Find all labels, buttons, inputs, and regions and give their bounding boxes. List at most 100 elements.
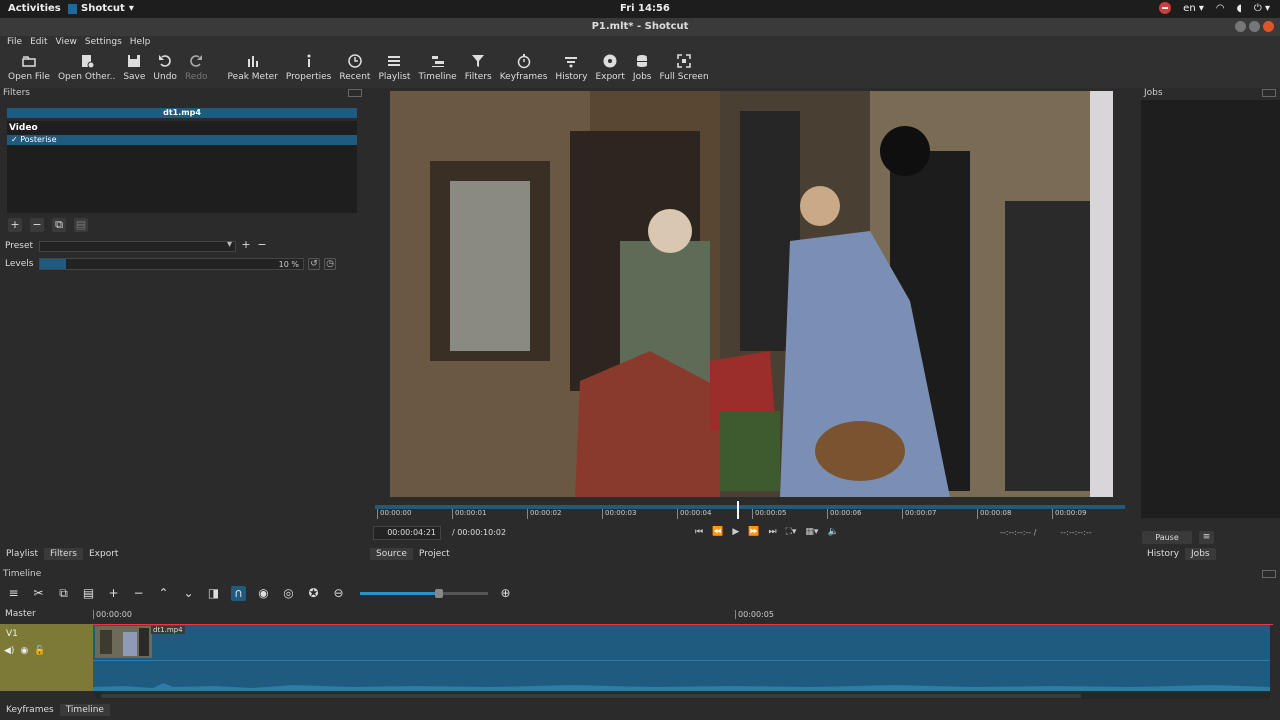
do-not-disturb-icon[interactable] bbox=[1159, 2, 1172, 14]
dock-float-icon[interactable] bbox=[1262, 89, 1276, 97]
preset-select[interactable] bbox=[39, 239, 236, 252]
eye-icon[interactable]: ◉ bbox=[20, 646, 28, 656]
language-indicator[interactable]: en ▾ bbox=[1183, 3, 1204, 14]
timeline-zoom-slider[interactable] bbox=[360, 588, 488, 598]
properties-button[interactable]: Properties bbox=[282, 50, 335, 88]
timeline-scrollbar[interactable] bbox=[95, 693, 1270, 699]
jobs-list[interactable] bbox=[1141, 100, 1280, 518]
copy-icon[interactable]: ⧉ bbox=[56, 586, 71, 601]
levels-slider[interactable]: 10 % bbox=[39, 258, 304, 270]
minimize-button[interactable] bbox=[1235, 21, 1246, 32]
history-button[interactable]: History bbox=[551, 50, 591, 88]
checkmark-icon[interactable]: ✓ bbox=[11, 135, 18, 144]
zoom-slider-handle[interactable] bbox=[435, 588, 444, 598]
menu-settings[interactable]: Settings bbox=[81, 36, 126, 50]
menu-file[interactable]: File bbox=[3, 36, 26, 50]
maximize-button[interactable] bbox=[1249, 21, 1260, 32]
volume-icon[interactable]: ◖ bbox=[1237, 3, 1242, 14]
network-icon[interactable]: ◠ bbox=[1216, 3, 1225, 14]
scrollbar-thumb[interactable] bbox=[101, 694, 1081, 698]
menu-edit[interactable]: Edit bbox=[26, 36, 51, 50]
filters-button[interactable]: Filters bbox=[461, 50, 496, 88]
open-file-button[interactable]: Open File bbox=[4, 50, 54, 88]
grid-icon[interactable]: ▦▾ bbox=[805, 527, 818, 537]
keyframes-button[interactable]: Keyframes bbox=[496, 50, 552, 88]
close-button[interactable] bbox=[1263, 21, 1274, 32]
jobs-button[interactable]: Jobs bbox=[629, 50, 656, 88]
tab-source[interactable]: Source bbox=[370, 548, 413, 560]
filter-list[interactable]: Video ✓ Posterise bbox=[7, 121, 357, 213]
full-screen-button[interactable]: Full Screen bbox=[655, 50, 712, 88]
jobs-menu-icon[interactable]: ≡ bbox=[1199, 531, 1214, 544]
tab-filters[interactable]: Filters bbox=[44, 548, 83, 560]
dock-float-icon[interactable] bbox=[1262, 570, 1276, 578]
filter-item-posterise[interactable]: ✓ Posterise bbox=[7, 135, 357, 145]
undo-button[interactable]: Undo bbox=[149, 50, 181, 88]
snap-icon[interactable]: ∩ bbox=[231, 585, 246, 601]
recent-button[interactable]: Recent bbox=[335, 50, 374, 88]
skip-to-start-icon[interactable]: ⏮ bbox=[695, 527, 703, 537]
reset-levels-icon[interactable]: ↺ bbox=[308, 258, 320, 270]
export-button[interactable]: Export bbox=[591, 50, 628, 88]
tab-playlist[interactable]: Playlist bbox=[0, 548, 44, 560]
clock[interactable]: Fri 14:56 bbox=[620, 3, 670, 14]
remove-filter-button[interactable]: − bbox=[30, 218, 44, 232]
mute-icon[interactable]: ◀) bbox=[4, 646, 14, 656]
tab-project[interactable]: Project bbox=[413, 548, 456, 560]
timeline-ruler[interactable]: 00:00:00 00:00:05 bbox=[93, 610, 1273, 625]
tab-jobs[interactable]: Jobs bbox=[1185, 548, 1216, 560]
cut-icon[interactable]: ✂ bbox=[31, 586, 46, 601]
track-header-v1[interactable]: V1 ◀) ◉ 🔓 bbox=[0, 624, 93, 691]
player-scrubber[interactable]: 00:00:00 00:00:01 00:00:02 00:00:03 00:00:04… bbox=[375, 501, 1125, 519]
ripple-icon[interactable]: ◎ bbox=[281, 586, 296, 601]
lock-icon[interactable]: 🔓 bbox=[34, 646, 45, 656]
pause-jobs-button[interactable]: Pause bbox=[1142, 531, 1192, 544]
ripple-all-icon[interactable]: ✪ bbox=[306, 586, 321, 601]
split-icon[interactable]: ◨ bbox=[206, 586, 221, 601]
overwrite-icon[interactable]: ⌄ bbox=[181, 586, 196, 601]
tab-history[interactable]: History bbox=[1141, 548, 1185, 560]
save-preset-button[interactable]: + bbox=[240, 239, 252, 252]
open-other-button[interactable]: Open Other.. bbox=[54, 50, 119, 88]
append-icon[interactable]: + bbox=[106, 586, 121, 601]
tab-timeline[interactable]: Timeline bbox=[59, 704, 110, 716]
rewind-icon[interactable]: ⏪ bbox=[712, 527, 723, 537]
tab-export[interactable]: Export bbox=[83, 548, 124, 560]
menu-help[interactable]: Help bbox=[126, 36, 155, 50]
activities-button[interactable]: Activities bbox=[8, 3, 61, 14]
current-time-field[interactable]: 00:00:04:21 bbox=[373, 526, 441, 540]
paste-icon[interactable]: ▤ bbox=[81, 586, 96, 601]
playlist-button[interactable]: Playlist bbox=[374, 50, 414, 88]
menu-view[interactable]: View bbox=[52, 36, 81, 50]
timeline-menu-icon[interactable]: ≡ bbox=[6, 586, 21, 601]
video-track-v1[interactable]: dt1.mp4 bbox=[93, 625, 1270, 691]
zoom-out-icon[interactable]: ⊖ bbox=[331, 586, 346, 601]
timeline-button[interactable]: Timeline bbox=[414, 50, 460, 88]
copy-filter-button[interactable]: ⧉ bbox=[52, 218, 66, 232]
scrub-icon[interactable]: ◉ bbox=[256, 586, 271, 601]
peak-meter-button[interactable]: Peak Meter bbox=[224, 50, 282, 88]
add-filter-button[interactable]: + bbox=[8, 218, 22, 232]
tab-keyframes[interactable]: Keyframes bbox=[0, 704, 60, 716]
save-button[interactable]: Save bbox=[119, 50, 149, 88]
redo-button[interactable]: Redo bbox=[181, 50, 212, 88]
volume-icon[interactable]: 🔈 bbox=[827, 527, 838, 537]
dock-float-icon[interactable] bbox=[348, 89, 362, 97]
lift-icon[interactable]: ⌃ bbox=[156, 586, 171, 601]
skip-to-end-icon[interactable]: ⏭ bbox=[768, 527, 776, 537]
fast-forward-icon[interactable]: ⏩ bbox=[748, 527, 759, 537]
scrubber-tick: 00:00:00 bbox=[377, 509, 411, 519]
power-icon[interactable]: ⏻ ▾ bbox=[1254, 3, 1270, 14]
player-tabs: Source Project bbox=[370, 548, 456, 560]
video-preview[interactable] bbox=[390, 91, 1113, 497]
paste-filter-button[interactable]: ▤ bbox=[74, 218, 88, 232]
remove-icon[interactable]: − bbox=[131, 586, 146, 601]
zoom-icon[interactable]: ⛶▾ bbox=[786, 527, 797, 537]
playhead[interactable] bbox=[737, 501, 740, 519]
keyframe-levels-icon[interactable]: ◷ bbox=[324, 258, 336, 270]
delete-preset-button[interactable]: − bbox=[256, 239, 268, 252]
app-menu[interactable]: Shotcut ▾ bbox=[68, 3, 134, 14]
zoom-in-icon[interactable]: ⊕ bbox=[498, 586, 513, 601]
timeline-clip[interactable] bbox=[95, 626, 152, 658]
play-icon[interactable]: ▶ bbox=[732, 527, 739, 537]
